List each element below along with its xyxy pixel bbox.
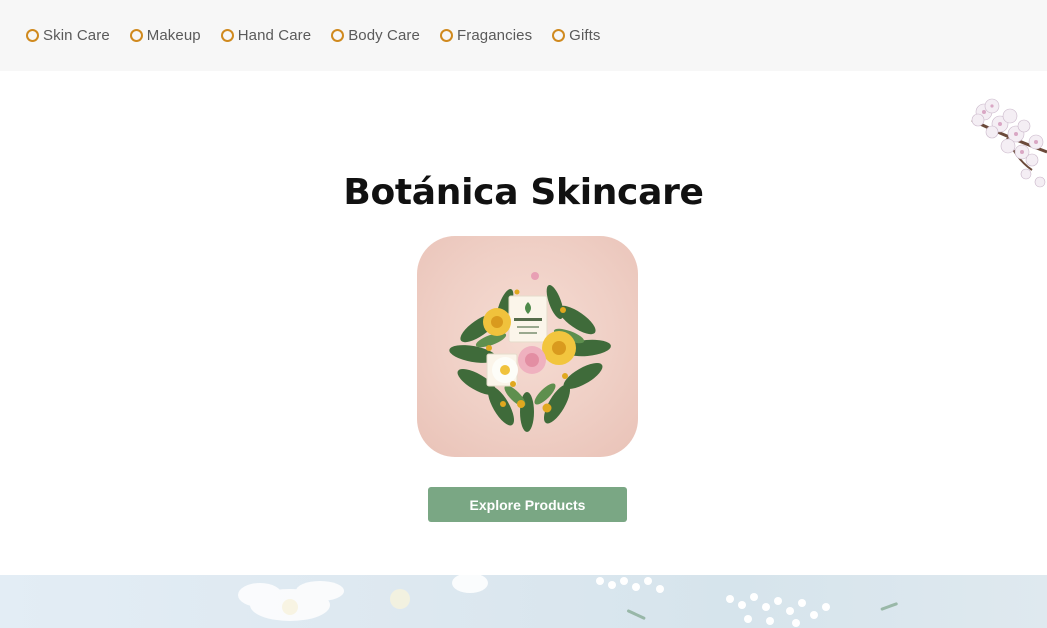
circle-icon <box>331 29 345 42</box>
nav-item-gifts[interactable]: Gifts <box>552 27 600 44</box>
botanical-arrangement-image <box>417 236 638 457</box>
top-navigation: Skin Care Makeup Hand Care Body Care Fra… <box>0 0 1047 71</box>
circle-icon <box>26 29 39 42</box>
circle-icon <box>220 29 234 42</box>
nav-item-body-care[interactable]: Body Care <box>331 27 420 44</box>
nav-item-label: Gifts <box>569 27 601 44</box>
nav-item-label: Body Care <box>348 27 420 44</box>
page-title: Botánica Skincare <box>343 172 704 213</box>
nav-item-makeup[interactable]: Makeup <box>129 27 201 44</box>
nav-item-fragancies[interactable]: Fragancies <box>439 27 533 44</box>
explore-products-button[interactable]: Explore Products <box>428 487 627 522</box>
nav-item-label: Makeup <box>146 27 201 44</box>
nav-item-label: Hand Care <box>237 27 312 44</box>
circle-icon <box>129 29 143 42</box>
circle-icon <box>439 29 453 42</box>
nav-item-label: Skin Care <box>43 27 110 44</box>
white-flowers-banner-icon <box>0 575 1047 628</box>
nav-item-hand-care[interactable]: Hand Care <box>220 27 312 44</box>
nav-item-skin-care[interactable]: Skin Care <box>26 27 110 44</box>
nav-item-label: Fragancies <box>456 27 533 44</box>
circle-icon <box>552 29 566 42</box>
